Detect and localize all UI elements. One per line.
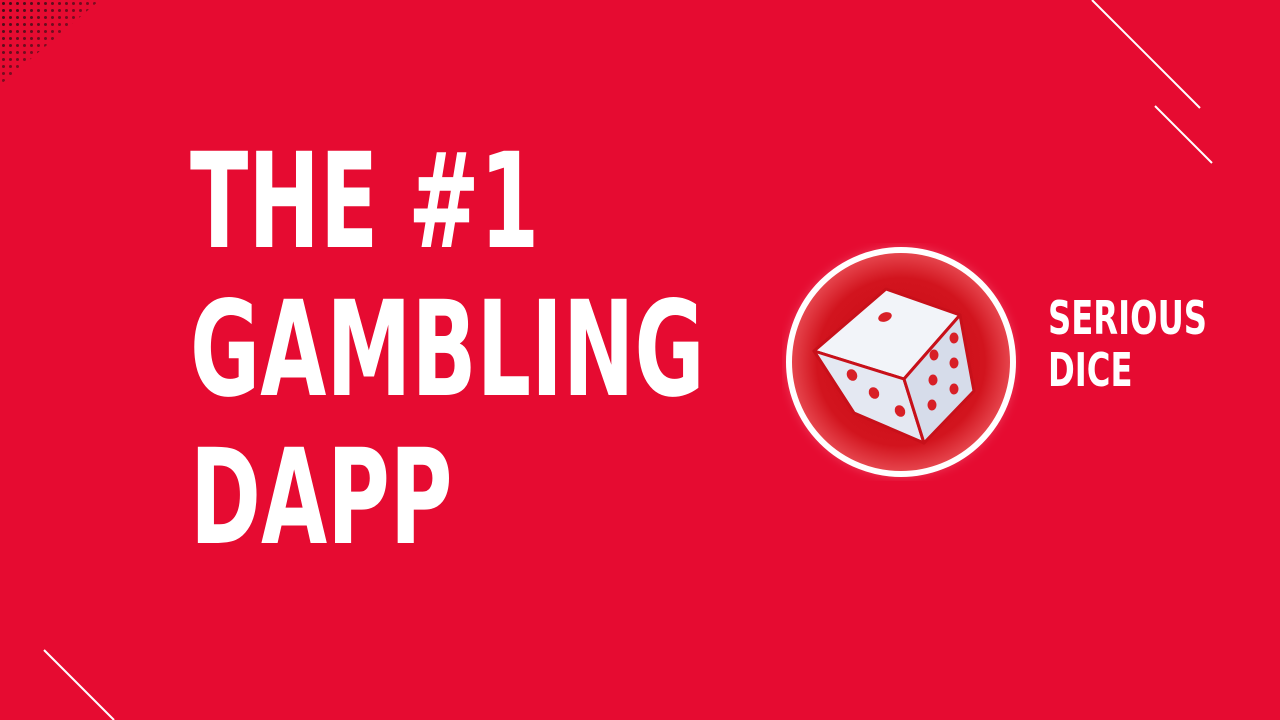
headline-line-1: THE #1 xyxy=(190,125,540,279)
diagonal-line-short xyxy=(1154,105,1213,164)
brand-name: SERIOUS DICE xyxy=(1048,292,1207,396)
brand-name-line-2: DICE xyxy=(1048,343,1133,397)
thumbnail-canvas: THE #1 GAMBLING DAPP SERIOUS DICE xyxy=(0,0,1280,720)
headline-line-3: DAPP xyxy=(190,421,453,575)
brand-name-line-1: SERIOUS xyxy=(1048,291,1208,345)
headline-line-2: GAMBLING xyxy=(190,273,705,427)
diagonal-line-top xyxy=(1091,0,1201,109)
diagonal-line-bottom xyxy=(43,649,115,720)
headline: THE #1 GAMBLING DAPP xyxy=(190,128,705,572)
logo-badge xyxy=(786,247,1016,477)
